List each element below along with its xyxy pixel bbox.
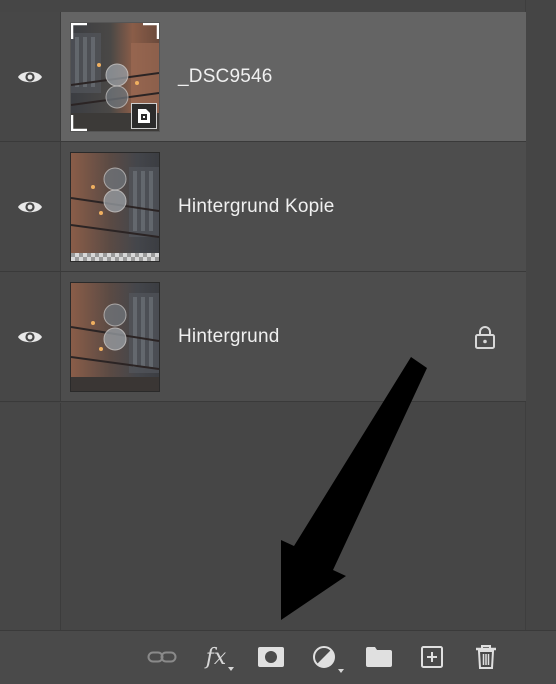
visibility-toggle[interactable]	[0, 142, 61, 271]
folder-icon	[366, 647, 392, 667]
panel-scroll-strip[interactable]	[525, 0, 556, 630]
visibility-toggle[interactable]	[0, 272, 61, 401]
new-layer-button[interactable]	[416, 641, 448, 673]
dropdown-caret-icon	[338, 669, 344, 673]
new-group-button[interactable]	[363, 641, 395, 673]
dropdown-caret-icon	[228, 667, 234, 671]
delete-layer-button[interactable]	[470, 641, 502, 673]
layer-name[interactable]: Hintergrund	[178, 326, 279, 348]
trash-icon	[476, 645, 496, 669]
link-layers-button[interactable]	[146, 641, 178, 673]
layer-row-hintergrund[interactable]: Hintergrund	[0, 272, 526, 402]
layers-toolbar: fx	[0, 630, 556, 684]
layers-panel: _DSC9546 Hintergrund Kopie Hintergrund f…	[0, 0, 556, 684]
adjustment-layer-button[interactable]	[308, 641, 344, 673]
adjustment-icon	[313, 646, 335, 668]
layer-row-hintergrund-kopie[interactable]: Hintergrund Kopie	[0, 142, 526, 272]
layer-thumbnail[interactable]	[70, 151, 160, 262]
layer-name[interactable]: _DSC9546	[178, 66, 273, 88]
eye-icon[interactable]	[17, 69, 43, 85]
fx-button[interactable]: fx	[200, 641, 234, 673]
visibility-toggle[interactable]	[0, 12, 61, 141]
layer-thumbnail[interactable]	[70, 281, 160, 392]
layer-list: _DSC9546 Hintergrund Kopie Hintergrund	[0, 12, 526, 402]
layer-thumbnail[interactable]	[70, 21, 160, 132]
lock-icon[interactable]	[474, 325, 496, 349]
eye-icon[interactable]	[17, 199, 43, 215]
link-icon	[147, 651, 177, 663]
mask-icon	[258, 647, 284, 667]
fx-icon: fx	[205, 644, 227, 670]
add-mask-button[interactable]	[255, 641, 287, 673]
smart-object-badge-icon	[131, 102, 157, 129]
add-layer-icon	[421, 646, 443, 668]
empty-layer-area	[0, 403, 526, 630]
eye-icon[interactable]	[17, 329, 43, 345]
layer-name[interactable]: Hintergrund Kopie	[178, 196, 335, 218]
layer-row-dsc9546[interactable]: _DSC9546	[0, 12, 526, 142]
